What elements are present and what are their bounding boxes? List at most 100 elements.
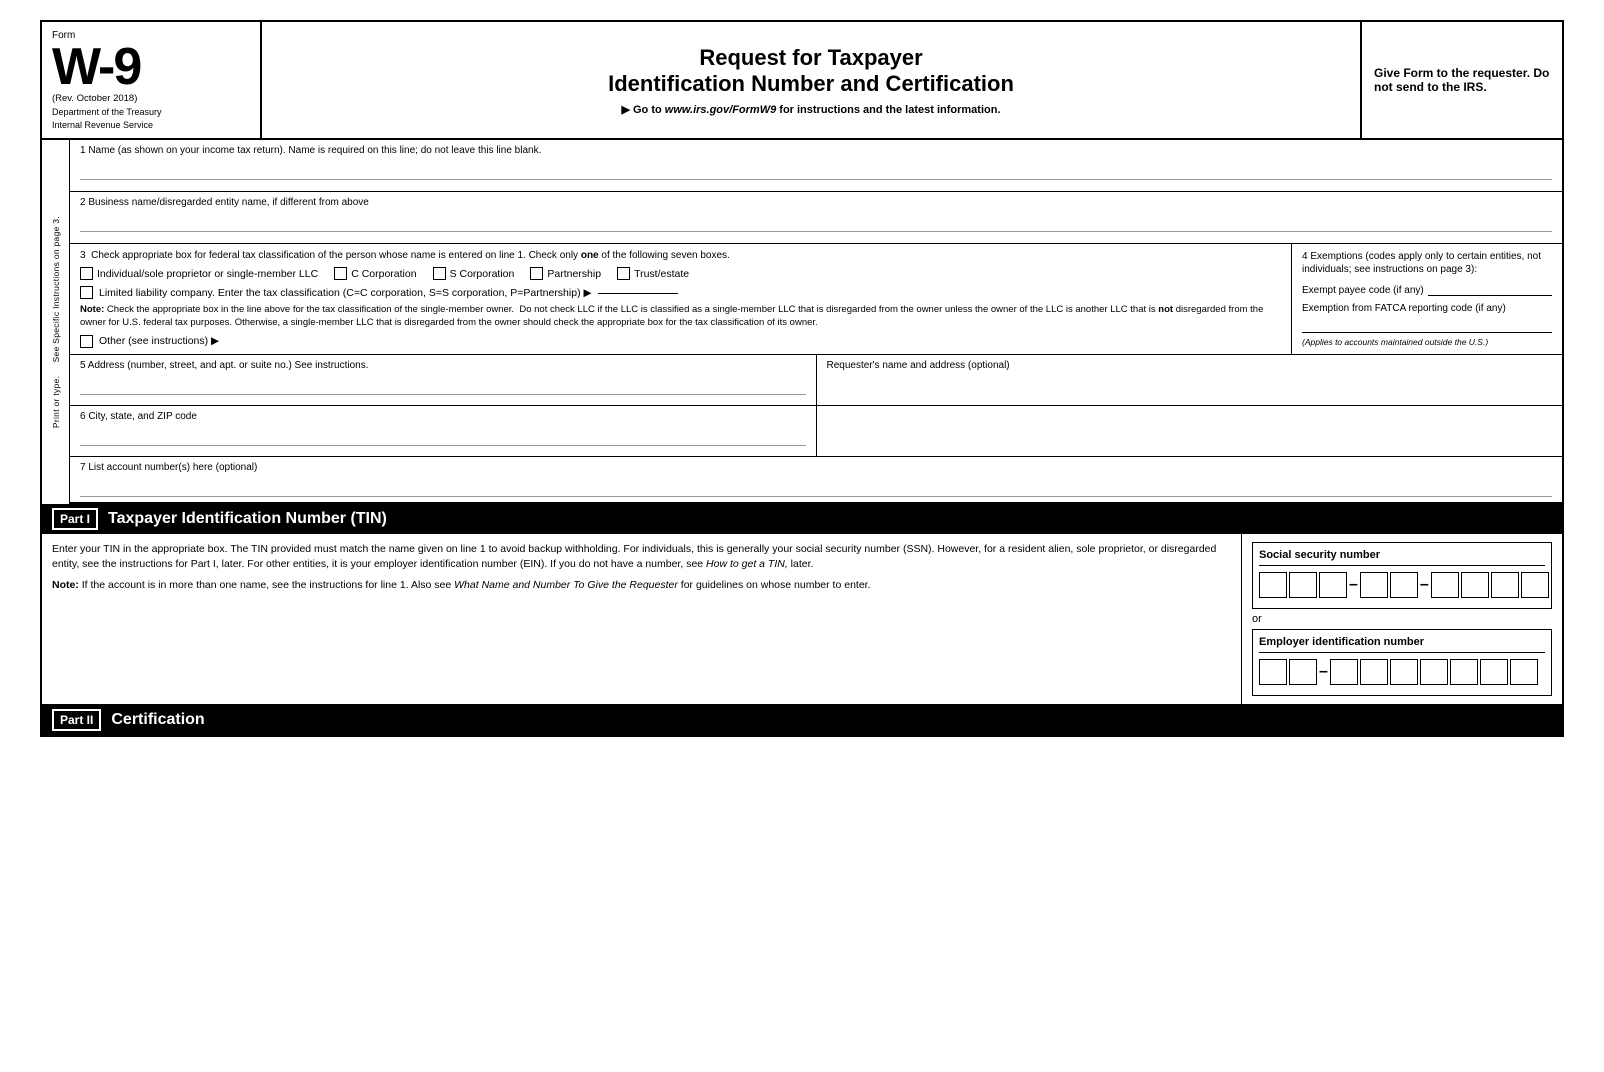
llc-label: Limited liability company. Enter the tax… — [99, 287, 592, 299]
ssn-dash1: – — [1349, 576, 1358, 594]
section4-right: 4 Exemptions (codes apply only to certai… — [1292, 244, 1562, 354]
ssn-box-6[interactable] — [1431, 572, 1459, 598]
ein-box-3[interactable] — [1330, 659, 1358, 685]
ein-group2 — [1330, 659, 1538, 685]
city-section: 6 City, state, and ZIP code — [70, 406, 1562, 457]
field1-row: 1 Name (as shown on your income tax retu… — [70, 140, 1562, 192]
cb-c-corp-box[interactable] — [334, 267, 347, 280]
exempt-payee-row: Exempt payee code (if any) — [1302, 282, 1552, 296]
field2-label: 2 Business name/disregarded entity name,… — [80, 197, 1552, 208]
ssn-dash2: – — [1420, 576, 1429, 594]
cb-other-box[interactable] — [80, 335, 93, 348]
address-left: 5 Address (number, street, and apt. or s… — [70, 355, 817, 405]
title-goto: ▶ Go to www.irs.gov/FormW9 for instructi… — [282, 103, 1340, 116]
cb-c-corp-label: C Corporation — [351, 268, 416, 280]
ein-dash: – — [1319, 663, 1328, 681]
ein-group1 — [1259, 659, 1317, 685]
ssn-label: Social security number — [1259, 549, 1545, 566]
part1-description: Enter your TIN in the appropriate box. T… — [52, 542, 1231, 572]
cb-s-corp[interactable]: S Corporation — [433, 267, 515, 280]
ein-box-4[interactable] — [1360, 659, 1388, 685]
ein-label: Employer identification number — [1259, 636, 1545, 653]
city-left: 6 City, state, and ZIP code — [70, 406, 817, 456]
cb-trust-box[interactable] — [617, 267, 630, 280]
ein-box-6[interactable] — [1420, 659, 1448, 685]
cb-individual[interactable]: Individual/sole proprietor or single-mem… — [80, 267, 318, 280]
llc-row: Limited liability company. Enter the tax… — [80, 286, 1281, 299]
ssn-box-4[interactable] — [1360, 572, 1388, 598]
cb-llc-box[interactable] — [80, 286, 93, 299]
part2-badge: Part II — [52, 709, 101, 731]
field1-label: 1 Name (as shown on your income tax retu… — [80, 145, 1552, 156]
checkboxes-row1: Individual/sole proprietor or single-mem… — [80, 267, 1281, 280]
exempt-payee-label: Exempt payee code (if any) — [1302, 285, 1424, 296]
ein-box-8[interactable] — [1480, 659, 1508, 685]
cb-partnership[interactable]: Partnership — [530, 267, 601, 280]
field5-input[interactable] — [80, 373, 806, 395]
ssn-box-2[interactable] — [1289, 572, 1317, 598]
fatca-code-input[interactable] — [1302, 319, 1552, 333]
account-row: 7 List account number(s) here (optional) — [70, 457, 1562, 504]
field6-input[interactable] — [80, 424, 806, 446]
cb-s-corp-box[interactable] — [433, 267, 446, 280]
ssn-box-9[interactable] — [1521, 572, 1549, 598]
form-fields: 1 Name (as shown on your income tax retu… — [70, 140, 1562, 504]
title-sub: Identification Number and Certification — [282, 71, 1340, 97]
form-dept2: Internal Revenue Service — [52, 120, 250, 130]
ssn-box-container: Social security number – – — [1252, 542, 1552, 609]
other-row: Other (see instructions) ▶ — [80, 335, 1281, 348]
header-right: Give Form to the requester. Do not send … — [1362, 22, 1562, 138]
form-dept1: Department of the Treasury — [52, 107, 250, 117]
ein-box-container: Employer identification number – — [1252, 629, 1552, 696]
part1-left-text: Enter your TIN in the appropriate box. T… — [42, 534, 1242, 704]
ssn-box-8[interactable] — [1491, 572, 1519, 598]
fatca-note: (Applies to accounts maintained outside … — [1302, 337, 1552, 347]
field7-label: 7 List account number(s) here (optional) — [80, 462, 1552, 473]
ssn-group3 — [1431, 572, 1549, 598]
ssn-box-7[interactable] — [1461, 572, 1489, 598]
ein-box-5[interactable] — [1390, 659, 1418, 685]
ein-box-9[interactable] — [1510, 659, 1538, 685]
cb-individual-box[interactable] — [80, 267, 93, 280]
exempt-payee-input[interactable] — [1428, 282, 1552, 296]
ein-grid: – — [1259, 659, 1545, 685]
other-label: Other (see instructions) ▶ — [99, 335, 219, 347]
part2-header: Part II Certification — [42, 705, 1562, 735]
ein-box-7[interactable] — [1450, 659, 1478, 685]
field3-label: 3 Check appropriate box for federal tax … — [80, 250, 1281, 261]
address-right: Requester's name and address (optional) — [817, 355, 1563, 405]
field5-right-label: Requester's name and address (optional) — [827, 360, 1553, 371]
cb-trust[interactable]: Trust/estate — [617, 267, 689, 280]
ssn-group2 — [1360, 572, 1418, 598]
cb-c-corp[interactable]: C Corporation — [334, 267, 416, 280]
field2-input[interactable] — [80, 210, 1552, 232]
cb-partnership-box[interactable] — [530, 267, 543, 280]
part1-header: Part I Taxpayer Identification Number (T… — [42, 504, 1562, 534]
header-center: Request for Taxpayer Identification Numb… — [262, 22, 1362, 138]
part1-body: Enter your TIN in the appropriate box. T… — [42, 534, 1562, 705]
field4-label: 4 Exemptions (codes apply only to certai… — [1302, 250, 1552, 276]
cb-trust-label: Trust/estate — [634, 268, 689, 280]
form-header: Form W-9 (Rev. October 2018) Department … — [42, 22, 1562, 140]
fatca-code-row — [1302, 319, 1552, 333]
field5-label: 5 Address (number, street, and apt. or s… — [80, 360, 806, 371]
part2-title: Certification — [111, 711, 204, 729]
form-number: W-9 — [52, 41, 250, 93]
llc-input-line[interactable] — [598, 293, 678, 294]
ssn-box-1[interactable] — [1259, 572, 1287, 598]
sidebar-vertical: Print or type. See Specific Instructions… — [42, 140, 70, 504]
field7-input[interactable] — [80, 475, 1552, 497]
note-text: Note: Check the appropriate box in the l… — [80, 304, 1281, 330]
field1-input[interactable] — [80, 158, 1552, 180]
address-section: 5 Address (number, street, and apt. or s… — [70, 355, 1562, 406]
cb-s-corp-label: S Corporation — [450, 268, 515, 280]
ein-box-2[interactable] — [1289, 659, 1317, 685]
ssn-box-5[interactable] — [1390, 572, 1418, 598]
ssn-grid: – – — [1259, 572, 1545, 598]
ein-box-1[interactable] — [1259, 659, 1287, 685]
section3-left: 3 Check appropriate box for federal tax … — [70, 244, 1292, 354]
form-w9: Form W-9 (Rev. October 2018) Department … — [40, 20, 1564, 737]
ssn-group1 — [1259, 572, 1347, 598]
ssn-box-3[interactable] — [1319, 572, 1347, 598]
field6-label: 6 City, state, and ZIP code — [80, 411, 806, 422]
